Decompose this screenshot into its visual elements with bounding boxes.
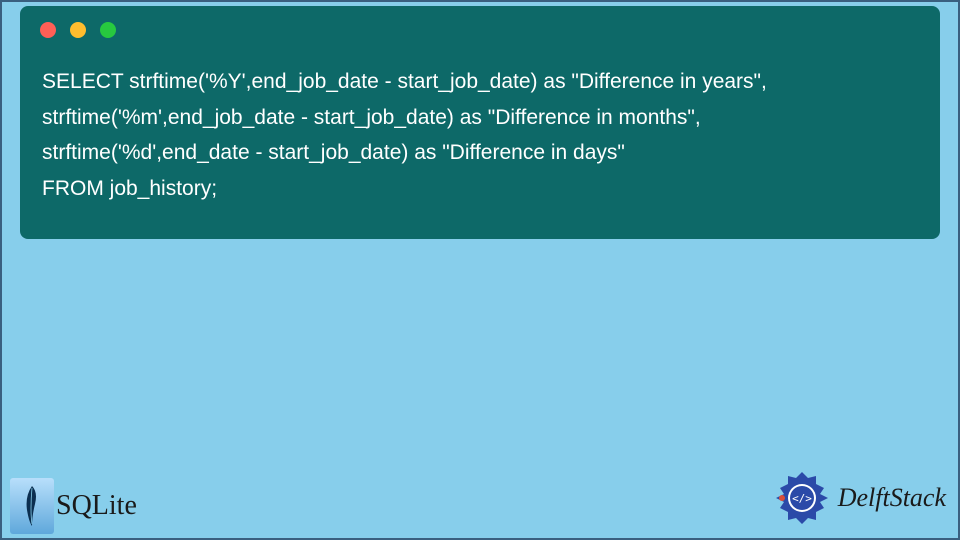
sqlite-brand: SQLite: [10, 478, 137, 534]
sqlite-icon: [10, 478, 54, 534]
minimize-icon: [70, 22, 86, 38]
sqlite-label: SQLite: [56, 490, 137, 522]
code-block: SELECT strftime('%Y',end_job_date - star…: [20, 46, 940, 211]
feather-icon: [21, 484, 43, 528]
code-line: strftime('%d',end_date - start_job_date)…: [42, 141, 625, 164]
code-line: SELECT strftime('%Y',end_job_date - star…: [42, 70, 767, 93]
delftstack-brand: </> DelftStack: [772, 468, 946, 528]
maximize-icon: [100, 22, 116, 38]
delftstack-icon: </>: [772, 468, 832, 528]
code-line: strftime('%m',end_job_date - start_job_d…: [42, 106, 701, 129]
code-panel: SELECT strftime('%Y',end_job_date - star…: [20, 6, 940, 239]
window-traffic-lights: [20, 6, 940, 46]
close-icon: [40, 22, 56, 38]
delftstack-label: DelftStack: [838, 483, 946, 513]
code-line: FROM job_history;: [42, 177, 217, 200]
svg-text:</>: </>: [792, 492, 812, 505]
